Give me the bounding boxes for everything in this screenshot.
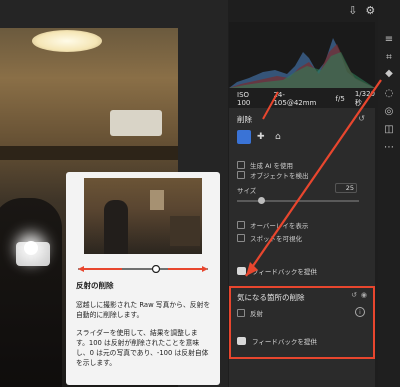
preview-person: [104, 200, 128, 254]
tooltip-body-1: 窓越しに撮影された Raw 写真から、反射を: [76, 301, 211, 309]
tooltip-preview: [84, 178, 202, 254]
tooltip-body-4: す。100 は反射が削除されたことを意味: [76, 339, 200, 347]
tooltip-body-5: し、0 は元の写真であり、-100 は反射自体: [76, 349, 209, 357]
preview-window: [150, 190, 164, 210]
tooltip-body-3: スライダーを使用して、結果を調整しま: [76, 329, 198, 337]
tooltip-body-6: を示します。: [76, 359, 117, 367]
reflection-tooltip: 反射の削除 窓越しに撮影された Raw 写真から、反射を 自動的に削除します。 …: [66, 172, 220, 385]
tooltip-body-2: 自動的に削除します。: [76, 311, 144, 319]
preview-shelf: [170, 216, 200, 246]
tooltip-title: 反射の削除: [76, 281, 114, 290]
tooltip-slider-graphic: [78, 264, 208, 274]
tooltip-slider[interactable]: [74, 258, 212, 274]
